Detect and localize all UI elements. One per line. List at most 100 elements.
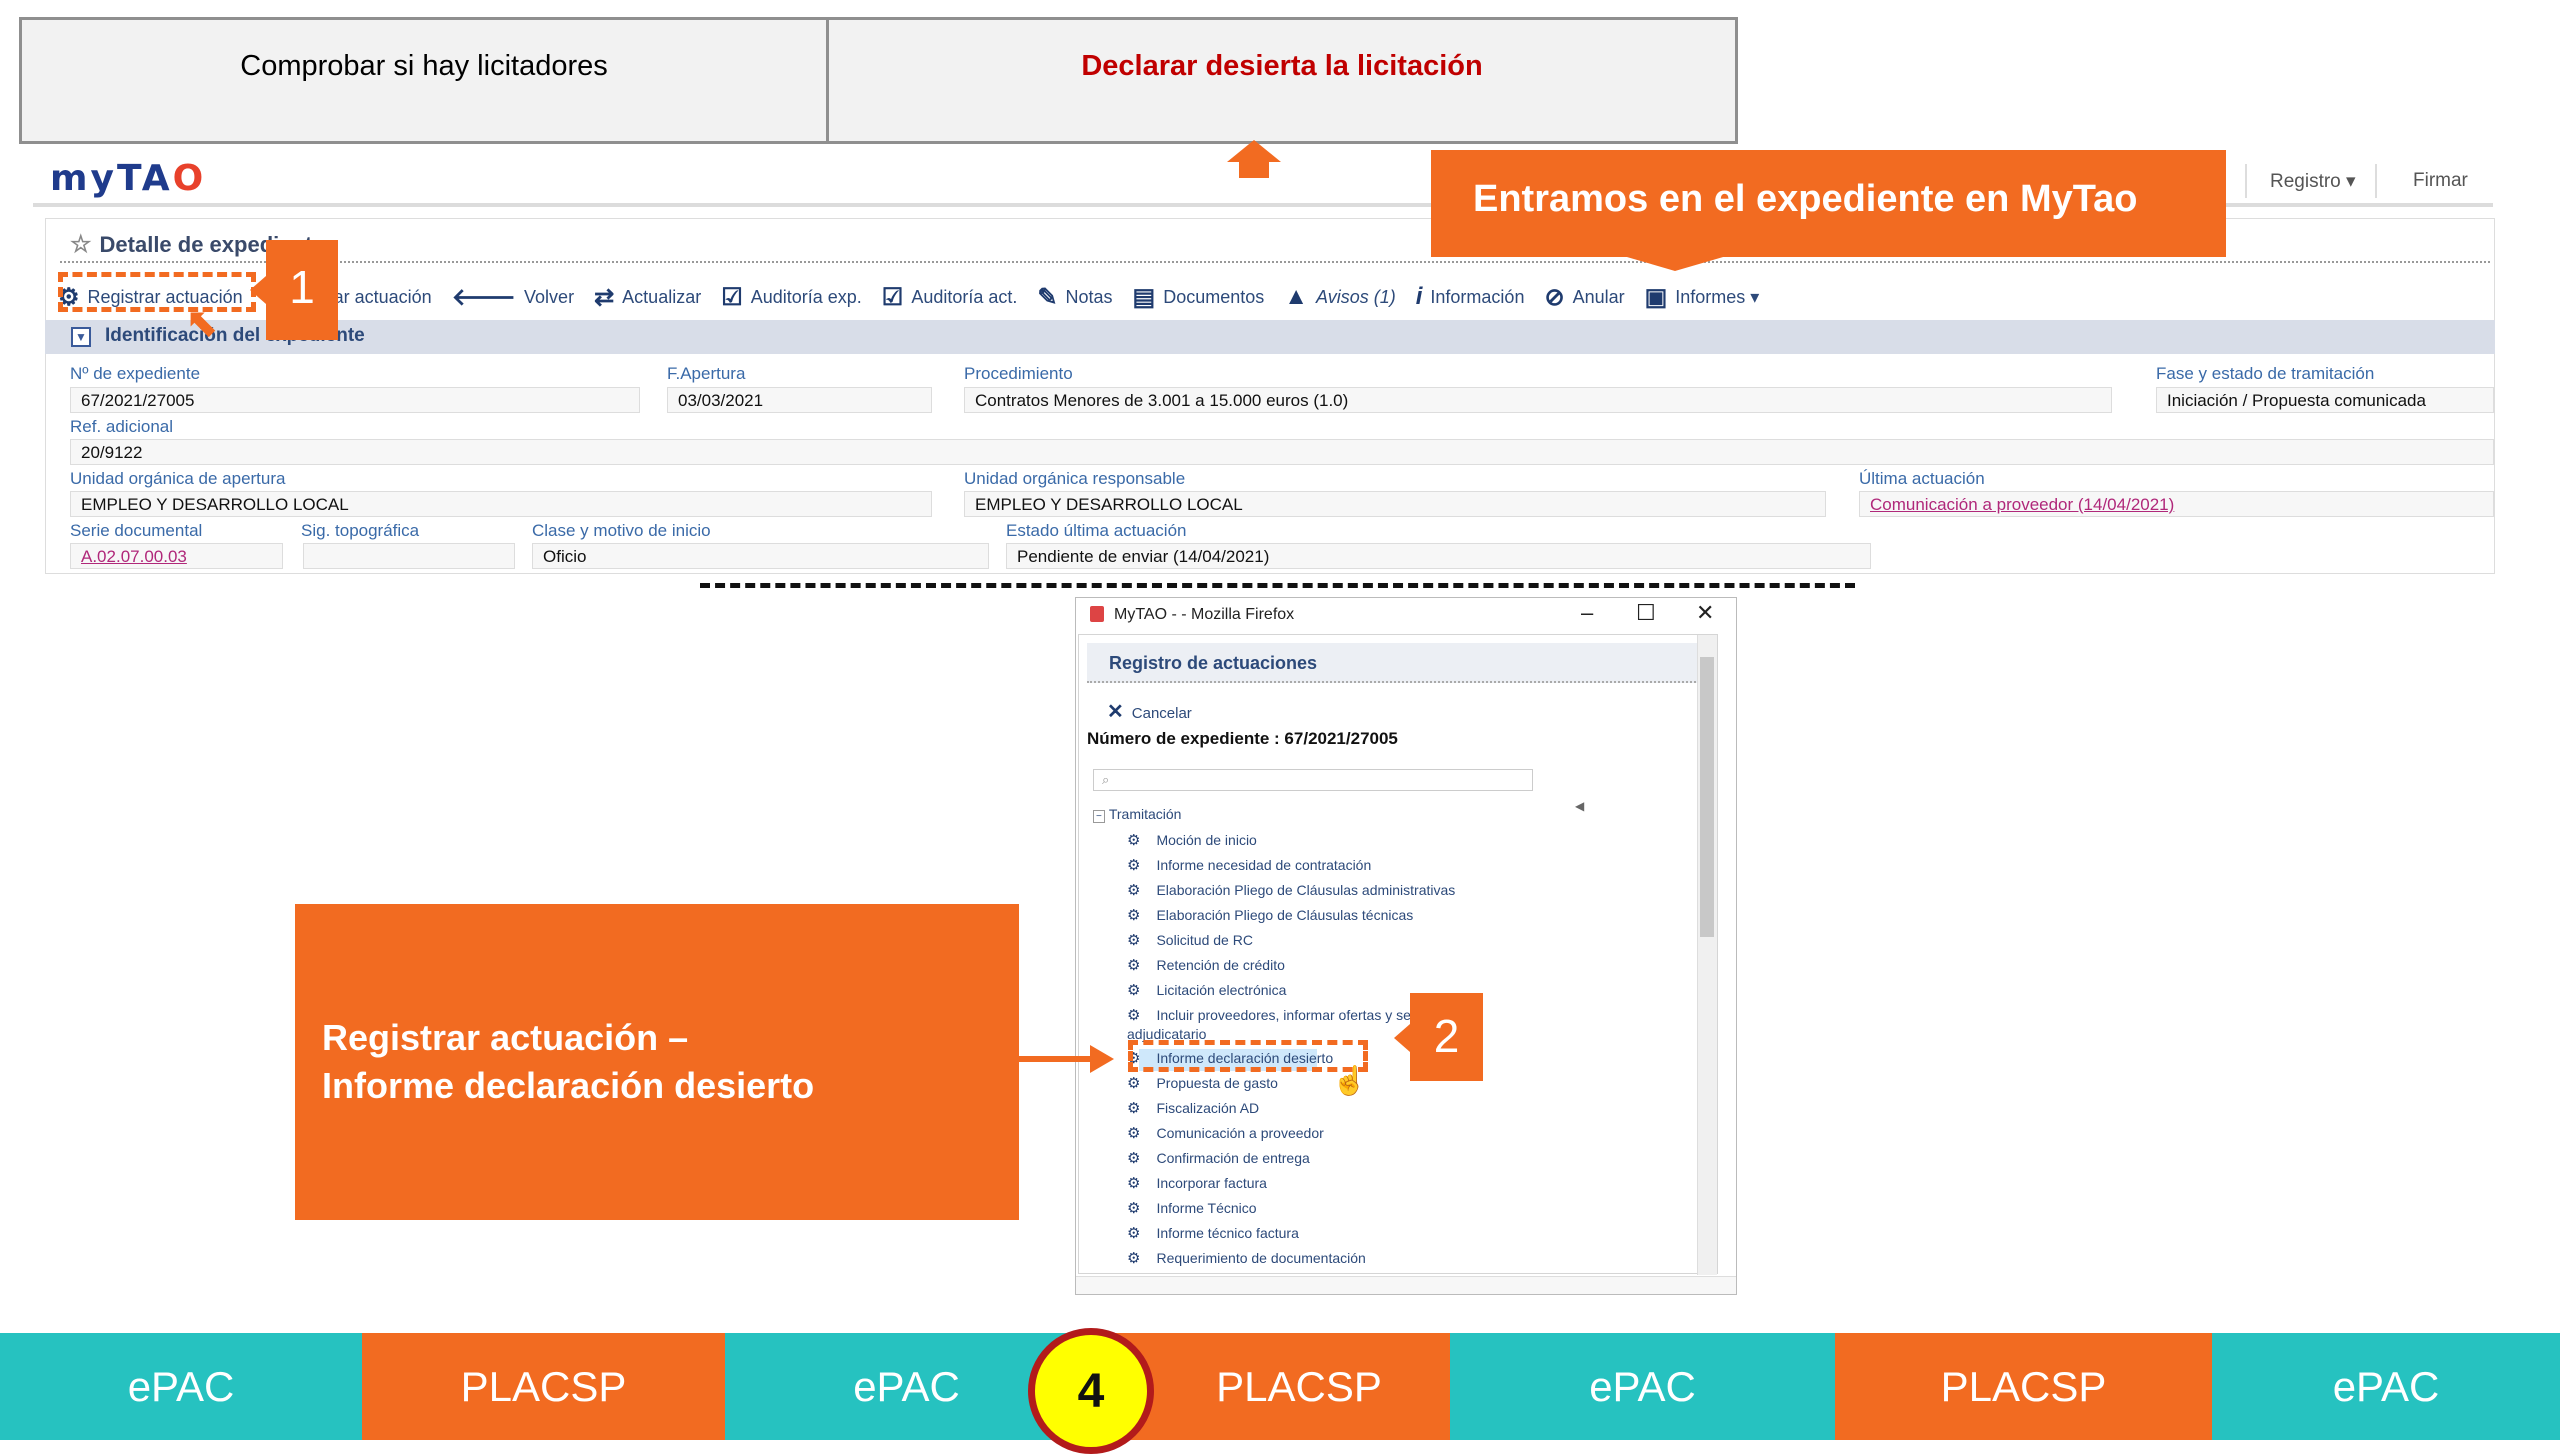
auditoria-act-button[interactable]: ☑ Auditoría act. [882, 283, 1018, 312]
gear-icon: ⚙ [1127, 1075, 1141, 1092]
toolbar-label: Actualizar [622, 286, 702, 307]
gear-icon: ⚙ [1127, 907, 1141, 924]
list-item[interactable]: ⚙ Moción de inicio [1127, 831, 1257, 849]
estado-field: Pendiente de enviar (14/04/2021) [1006, 543, 1871, 569]
up-arrow-icon [1227, 140, 1281, 162]
list-item[interactable]: ⚙ Retención de crédito [1127, 956, 1285, 974]
ultima-actuacion-label: Última actuación [1859, 469, 1985, 488]
scrollbar[interactable] [1697, 635, 1717, 1275]
list-item[interactable]: ⚙ Fiscalización AD [1127, 1099, 1259, 1117]
ultima-actuacion-link[interactable]: Comunicación a proveedor (14/04/2021) [1870, 495, 2174, 514]
step-indicator-4: 4 [1028, 1328, 1154, 1454]
gear-icon: ⚙ [1127, 832, 1141, 849]
step-number-1: 1 [266, 240, 338, 340]
clase-label: Clase y motivo de inicio [532, 521, 711, 540]
list-item[interactable]: ⚙ Comunicación a proveedor [1127, 1124, 1324, 1142]
serie-link[interactable]: A.02.07.00.03 [81, 547, 187, 566]
collapse-icon[interactable]: ▼ [71, 327, 91, 347]
notas-button[interactable]: ✎ Notas [1037, 283, 1112, 312]
gear-icon: ⚙ [1127, 1150, 1141, 1167]
gear-icon: ⚙ [1127, 1250, 1141, 1267]
firefox-window: MyTAO - - Mozilla Firefox – ☐ ✕ Registro… [1075, 597, 1737, 1295]
collapse-arrow-icon[interactable]: ◀ [1575, 799, 1584, 813]
search-input[interactable]: ⌕ [1093, 769, 1533, 791]
list-item-label: Moción de inicio [1156, 832, 1257, 848]
gear-icon: ⚙ [1127, 882, 1141, 899]
gear-icon: ⚙ [1127, 1225, 1141, 1242]
volver-button[interactable]: 🡐 Volver [452, 282, 574, 312]
badge-tail [1394, 1024, 1410, 1052]
search-icon: ⌕ [1102, 772, 1110, 787]
list-item-label: Licitación electrónica [1156, 982, 1287, 998]
close-button[interactable]: ✕ [1696, 600, 1714, 626]
star-icon[interactable]: ☆ [70, 231, 92, 258]
list-item[interactable]: ⚙ Elaboración Pliego de Cláusulas adminis… [1127, 881, 1455, 899]
window-title: MyTAO - - Mozilla Firefox [1114, 606, 1295, 623]
clase-field: Oficio [532, 543, 989, 569]
list-item[interactable]: ⚙ Licitación electrónica [1127, 981, 1286, 999]
actualizar-button[interactable]: ⇄ Actualizar [594, 283, 701, 312]
tree-root-label: Tramitación [1108, 806, 1182, 822]
list-item[interactable]: ⚙ Informe técnico factura [1127, 1224, 1299, 1242]
maximize-button[interactable]: ☐ [1636, 600, 1656, 626]
avisos-button[interactable]: ▲ Avisos (1) [1284, 283, 1395, 311]
section-header[interactable]: ▼ Identificación del expediente [45, 320, 2495, 354]
hand-cursor-icon: ☝ [1332, 1065, 1367, 1096]
list-item-label: Informe Técnico [1156, 1200, 1257, 1216]
callout-tail [1620, 255, 1730, 271]
cancel-circle-icon: ⊘ [1544, 283, 1565, 311]
gear-icon: ⚙ [1127, 1200, 1141, 1217]
tree-root-tramitacion[interactable]: − Tramitación [1093, 806, 1182, 823]
toolbar-label: Volver [524, 286, 575, 307]
minimize-button[interactable]: – [1581, 600, 1593, 626]
list-item-label: Solicitud de RC [1156, 932, 1253, 948]
fase-label: Fase y estado de tramitación [2156, 364, 2375, 383]
segment-epac: ePAC [0, 1333, 362, 1440]
list-item[interactable]: ⚙ Requerimiento de documentación [1127, 1249, 1366, 1267]
header-separator [2375, 164, 2377, 198]
step-right-label: Declarar desierta la licitación [1081, 50, 1483, 82]
badge-tail [250, 276, 266, 304]
procedimiento-field: Contratos Menores de 3.001 a 15.000 euro… [964, 387, 2112, 413]
callout-line-2: Informe declaración desierto [322, 1065, 815, 1106]
horizontal-scrollbar[interactable] [1076, 1276, 1736, 1294]
step-left-label: Comprobar si hay licitadores [240, 50, 608, 82]
list-item-label: Propuesta de gasto [1156, 1075, 1278, 1091]
sig-label: Sig. topográfica [301, 521, 420, 540]
segment-epac: ePAC [1450, 1333, 1835, 1440]
ref-label: Ref. adicional [70, 417, 174, 436]
callout-line-1: Registrar actuación – [322, 1017, 689, 1058]
registro-menu[interactable]: Registro ▾ [2270, 170, 2356, 193]
window-content: Registro de actuaciones ✕ Cancelar Número… [1078, 634, 1718, 1275]
list-item[interactable]: ⚙ Confirmación de entrega [1127, 1149, 1310, 1167]
documentos-button[interactable]: ▤ Documentos [1133, 283, 1265, 312]
toolbar-label: Documentos [1163, 286, 1265, 307]
toolbar-label: Avisos (1) [1316, 286, 1396, 307]
arrow-shaft [1019, 1056, 1091, 1062]
gear-icon: ⚙ [1127, 1100, 1141, 1117]
list-item[interactable]: ⚙ Informe Técnico [1127, 1199, 1257, 1217]
list-item-label: Comunicación a proveedor [1156, 1125, 1324, 1141]
mytao-logo: myTAO [50, 158, 206, 199]
list-item[interactable]: ⚙ Informe necesidad de contratación [1127, 856, 1371, 874]
procedimiento-label: Procedimiento [964, 364, 1073, 383]
cancelar-button[interactable]: ✕ Cancelar [1107, 699, 1192, 724]
list-item[interactable]: ⚙ Elaboración Pliego de Cláusulas técnica… [1127, 906, 1413, 924]
callout-enter-record: Entramos en el expediente en MyTao [1431, 150, 2226, 257]
list-item[interactable]: ⚙ Propuesta de gasto [1127, 1074, 1278, 1092]
scrollbar-thumb[interactable] [1700, 657, 1714, 937]
tree-toggle-icon: − [1093, 810, 1105, 823]
firmar-link[interactable]: Firmar [2413, 170, 2468, 192]
auditoria-exp-button[interactable]: ☑ Auditoría exp. [721, 283, 862, 312]
list-item[interactable]: ⚙ Incorporar factura [1127, 1174, 1267, 1192]
informes-button[interactable]: ▣ Informes ▾ [1645, 283, 1760, 312]
anular-button[interactable]: ⊘ Anular [1544, 283, 1624, 312]
toolbar-label: Notas [1065, 286, 1113, 307]
informacion-button[interactable]: i Información [1416, 283, 1525, 311]
unidad-responsable-label: Unidad orgánica responsable [964, 469, 1186, 488]
click-cursor-icon: ⬉ [185, 301, 219, 345]
list-item-label: Requerimiento de documentación [1156, 1250, 1366, 1266]
gear-icon: ⚙ [1127, 1125, 1141, 1142]
logo-text: myTA [50, 158, 173, 199]
list-item[interactable]: ⚙ Solicitud de RC [1127, 931, 1253, 949]
